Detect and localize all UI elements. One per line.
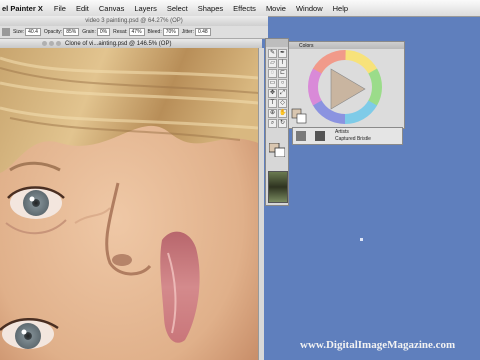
brush-selector-bar[interactable]: Artists Captured Bristle: [292, 127, 403, 145]
grain-value[interactable]: 0%: [96, 28, 111, 36]
window-controls: [0, 41, 65, 46]
menu-movie[interactable]: Movie: [261, 4, 291, 13]
menu-layers[interactable]: Layers: [129, 4, 162, 13]
canvas-vertical-scrollbar[interactable]: [258, 48, 264, 360]
background-window-title[interactable]: video 3 painting.psd @ 64.27% (OP): [0, 16, 268, 26]
menu-canvas[interactable]: Canvas: [94, 4, 129, 13]
transform-tool-icon[interactable]: ⤢: [278, 89, 287, 98]
portrait-painting: [0, 48, 258, 360]
brush-tool-icon[interactable]: ✎: [268, 49, 277, 58]
app-menu[interactable]: el Painter X: [0, 4, 49, 13]
menu-effects[interactable]: Effects: [228, 4, 261, 13]
dropper-tool-icon[interactable]: ⌇: [278, 59, 287, 68]
property-bar: Size: 40.4 Opacity: 85% Grain: 0% Resat: 47%…: [0, 26, 268, 39]
jitter-value[interactable]: 0.48: [194, 28, 211, 36]
rotate-tool-icon[interactable]: ↻: [278, 119, 287, 128]
document-title: Clone of vi...ainting.psd @ 146.5% (OP): [65, 40, 172, 47]
oval-select-tool-icon[interactable]: ○: [278, 79, 287, 88]
opacity-value[interactable]: 85%: [63, 28, 80, 36]
color-swatch[interactable]: [269, 143, 285, 157]
toolbox-header[interactable]: [266, 39, 288, 47]
close-icon[interactable]: [42, 41, 47, 46]
colors-panel-header[interactable]: Colors: [289, 42, 404, 49]
menu-window[interactable]: Window: [291, 4, 328, 13]
zoom-icon[interactable]: [56, 41, 61, 46]
mouse-cursor: [360, 238, 363, 241]
jitter-field[interactable]: Jitter: 0.48: [182, 28, 211, 36]
hand-tool-icon[interactable]: ✋: [278, 109, 287, 118]
menu-help[interactable]: Help: [328, 4, 353, 13]
toolbox-panel: ✎ ✒ ▱ ⌇ ◌ ⊏ ▭ ○ ✥ ⤢ T ◇ ⊕ ✋ ⌕ ↻: [265, 38, 289, 206]
menu-edit[interactable]: Edit: [71, 4, 94, 13]
shape-tool-icon[interactable]: ◇: [278, 99, 287, 108]
move-tool-icon[interactable]: ✥: [268, 89, 277, 98]
menu-bar: el Painter X File Edit Canvas Layers Sel…: [0, 0, 480, 17]
eraser-tool-icon[interactable]: ▱: [268, 59, 277, 68]
size-value[interactable]: 40.4: [25, 28, 41, 36]
zoom-tool-icon[interactable]: ⌕: [268, 119, 277, 128]
watermark: www.DigitalImageMagazine.com: [300, 339, 456, 351]
opacity-field[interactable]: Opacity: 85%: [44, 28, 80, 36]
grain-field[interactable]: Grain: 0%: [82, 28, 111, 36]
minimize-icon[interactable]: [49, 41, 54, 46]
brush-icon[interactable]: [2, 28, 10, 36]
menu-file[interactable]: File: [49, 4, 71, 13]
brush-category-label[interactable]: Artists: [335, 129, 349, 135]
clone-tool-icon[interactable]: ⊕: [268, 109, 277, 118]
text-tool-icon[interactable]: T: [268, 99, 277, 108]
menu-shapes[interactable]: Shapes: [193, 4, 228, 13]
brush-variant-icon[interactable]: [315, 131, 325, 141]
resat-value[interactable]: 47%: [128, 28, 145, 36]
colors-panel: Colors: [288, 41, 405, 129]
color-wheel[interactable]: [289, 49, 404, 127]
brush-variant-label[interactable]: Captured Bristle: [335, 136, 371, 142]
tool-grid: ✎ ✒ ▱ ⌇ ◌ ⊏ ▭ ○ ✥ ⤢ T ◇ ⊕ ✋ ⌕ ↻: [266, 47, 288, 130]
additional-color-chip[interactable]: [296, 113, 307, 124]
bleed-field[interactable]: Bleed: 70%: [148, 28, 179, 36]
size-field[interactable]: Size: 40.4: [13, 28, 41, 36]
pen-tool-icon[interactable]: ✒: [278, 49, 287, 58]
brush-category-icon[interactable]: [296, 131, 306, 141]
colors-panel-title: Colors: [299, 42, 314, 49]
menu-select[interactable]: Select: [162, 4, 193, 13]
paper-texture-thumbnail[interactable]: [268, 171, 288, 203]
painting-canvas[interactable]: [0, 48, 258, 360]
crop-tool-icon[interactable]: ⊏: [278, 69, 287, 78]
bleed-value[interactable]: 70%: [162, 28, 179, 36]
lasso-tool-icon[interactable]: ◌: [268, 69, 277, 78]
rect-select-tool-icon[interactable]: ▭: [268, 79, 277, 88]
resat-field[interactable]: Resat: 47%: [113, 28, 145, 36]
